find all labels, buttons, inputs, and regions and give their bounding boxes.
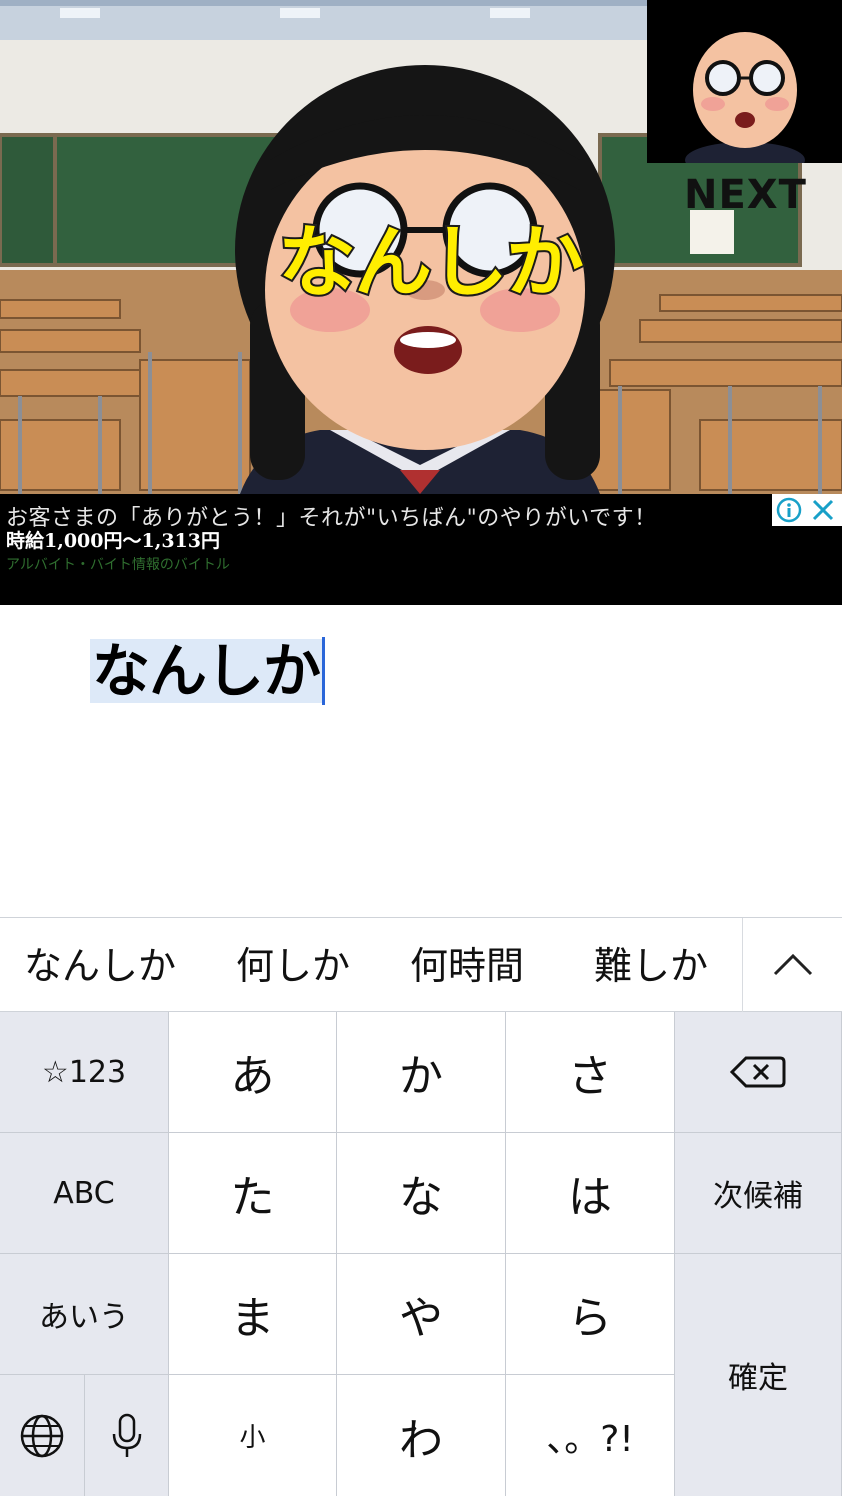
info-icon[interactable] — [776, 497, 802, 523]
chevron-up-icon — [773, 953, 813, 976]
delete-icon — [729, 1056, 786, 1088]
ad-controls — [772, 494, 842, 526]
next-candidate-key[interactable]: 次候補 — [675, 1133, 842, 1254]
key-na[interactable]: な — [337, 1133, 506, 1254]
key-ya[interactable]: や — [337, 1254, 506, 1375]
japanese-kana-keyboard: なんしか 何しか 何時間 難しか ☆123 あ か さ ABC た な は 次候… — [0, 917, 842, 1496]
text-input-field[interactable]: なんしか — [90, 639, 323, 703]
next-character-portrait — [685, 32, 805, 178]
next-button[interactable]: NEXT — [684, 172, 807, 218]
globe-key[interactable] — [0, 1375, 85, 1496]
candidate-item[interactable]: 難しか — [594, 938, 708, 994]
abc-key[interactable]: ABC — [0, 1133, 169, 1254]
candidate-item[interactable]: 何しか — [236, 938, 350, 994]
text-input-area[interactable]: なんしか — [0, 605, 842, 917]
microphone-key[interactable] — [85, 1375, 169, 1496]
key-sa[interactable]: さ — [506, 1012, 675, 1133]
text-caret — [322, 637, 325, 705]
key-ta[interactable]: た — [169, 1133, 337, 1254]
key-ha[interactable]: は — [506, 1133, 675, 1254]
candidate-bar: なんしか 何しか 何時間 難しか — [0, 918, 842, 1012]
globe-icon — [20, 1414, 64, 1457]
next-character-preview[interactable] — [647, 0, 842, 178]
ad-price[interactable]: 時給1,000円〜1,313円 — [6, 526, 220, 553]
ad-banner[interactable]: お客さまの「ありがとう！」それが"いちばん"のやりがいです！ 時給1,000円〜… — [0, 494, 842, 605]
key-ka[interactable]: か — [337, 1012, 506, 1133]
game-scene: なんしか NEXT — [0, 0, 842, 494]
dakuten-key[interactable]: 小 — [169, 1375, 337, 1496]
microphone-icon — [112, 1413, 141, 1457]
candidate-item[interactable]: 何時間 — [410, 938, 524, 994]
key-a[interactable]: あ — [169, 1012, 337, 1133]
delete-key[interactable] — [675, 1012, 842, 1133]
expand-candidates-button[interactable] — [742, 918, 842, 1012]
punctuation-key[interactable]: 、。?! — [506, 1375, 675, 1496]
key-ra[interactable]: ら — [506, 1254, 675, 1375]
dakuten-label: 小 — [239, 1423, 266, 1453]
ad-source[interactable]: アルバイト・バイト情報のバイトル — [6, 554, 230, 574]
kana-key[interactable]: あいう — [0, 1254, 169, 1375]
numbers-key[interactable]: ☆123 — [0, 1012, 169, 1133]
speech-caption: なんしか — [276, 216, 586, 310]
confirm-key[interactable]: 確定 — [675, 1254, 842, 1496]
candidate-item[interactable]: なんしか — [24, 938, 176, 994]
key-wa[interactable]: わ — [337, 1375, 506, 1496]
close-icon[interactable] — [810, 497, 836, 523]
key-ma[interactable]: ま — [169, 1254, 337, 1375]
